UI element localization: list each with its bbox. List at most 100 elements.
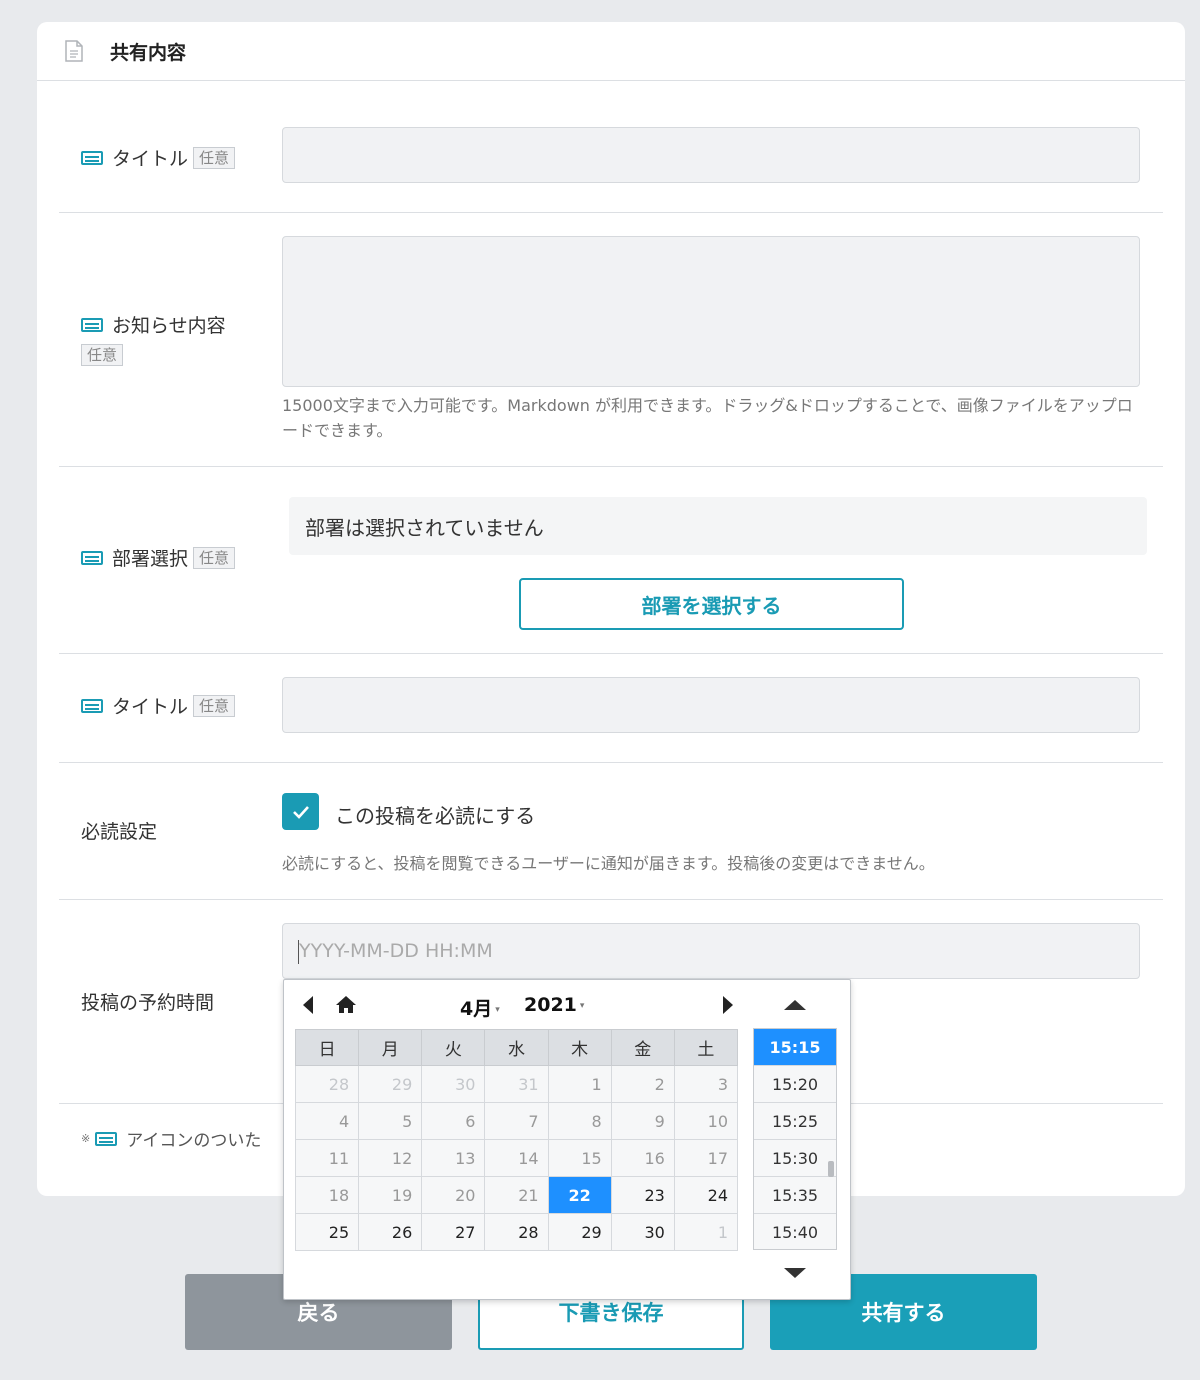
time-list[interactable]: 15:15 15:20 15:25 15:30 15:35 15:40	[753, 1028, 837, 1250]
title2-input[interactable]	[282, 677, 1140, 733]
calendar-day[interactable]: 12	[358, 1139, 423, 1177]
calendar-day[interactable]: 1	[673, 1213, 739, 1251]
title-label: タイトル 任意	[81, 144, 236, 171]
weekday-header: 火	[421, 1029, 486, 1066]
calendar-day[interactable]: 29	[358, 1065, 423, 1103]
calendar-day[interactable]: 5	[358, 1102, 423, 1140]
text-caret	[298, 940, 299, 964]
time-option[interactable]: 15:25	[754, 1103, 836, 1140]
weekday-header: 土	[673, 1029, 739, 1066]
picker-nav: 4月 ▾ 2021 ▾	[284, 994, 744, 1020]
calendar-week: 4 5 6 7 8 9 10	[294, 1102, 739, 1140]
calendar-day[interactable]: 24	[673, 1176, 739, 1214]
chevron-down-icon: ▾	[495, 1004, 500, 1015]
next-month-icon[interactable]	[723, 996, 733, 1014]
calendar-week: 28 29 30 31 1 2 3	[294, 1065, 739, 1103]
calendar-day[interactable]: 13	[421, 1139, 486, 1177]
calendar-day[interactable]: 16	[610, 1139, 675, 1177]
optional-badge: 任意	[193, 694, 236, 717]
calendar-week: 25 26 27 28 29 30 1	[294, 1213, 739, 1251]
section-title: 共有内容	[110, 41, 187, 64]
notice-help-text: 15000文字まで入力可能です。Markdown が利用できます。ドラッグ&ドロ…	[282, 396, 1133, 440]
calendar-day[interactable]: 14	[484, 1139, 549, 1177]
calendar-day[interactable]: 8	[547, 1102, 612, 1140]
time-option[interactable]: 15:35	[754, 1177, 836, 1214]
select-department-button[interactable]: 部署を選択する	[519, 578, 904, 630]
time-option[interactable]: 15:30	[754, 1140, 836, 1177]
required-footnote: ※ アイコンのついた	[81, 1126, 261, 1151]
schedule-placeholder: YYYY-MM-DD HH:MM	[299, 940, 493, 962]
must-read-help-text: 必読にすると、投稿を閲覧できるユーザーに通知が届きます。投稿後の変更はできません…	[282, 854, 935, 873]
must-read-checkbox-label[interactable]: この投稿を必読にする	[335, 800, 535, 829]
department-row: 部署選択 任意 部署は選択されていません 部署を選択する	[59, 467, 1163, 654]
calendar-day[interactable]: 19	[358, 1176, 423, 1214]
department-label-text: 部署選択	[112, 548, 189, 570]
card-header: 共有内容	[37, 22, 1185, 81]
calendar-day[interactable]: 11	[294, 1139, 360, 1177]
calendar-day[interactable]: 15	[547, 1139, 612, 1177]
weekday-header: 月	[358, 1029, 423, 1066]
schedule-datetime-input[interactable]: YYYY-MM-DD HH:MM	[282, 923, 1140, 979]
notice-label-text: お知らせ内容	[112, 315, 226, 337]
calendar-day[interactable]: 30	[610, 1213, 675, 1251]
calendar-day[interactable]: 7	[484, 1102, 549, 1140]
time-scroll-down-icon[interactable]	[784, 1268, 806, 1278]
calendar-day[interactable]: 27	[421, 1213, 486, 1251]
calendar-day[interactable]: 10	[673, 1102, 739, 1140]
notice-label: お知らせ内容 任意	[81, 311, 251, 366]
calendar-day[interactable]: 25	[294, 1213, 360, 1251]
calendar-day[interactable]: 21	[484, 1176, 549, 1214]
calendar-day[interactable]: 28	[484, 1213, 549, 1251]
home-icon[interactable]	[334, 994, 358, 1020]
calendar-day[interactable]: 17	[673, 1139, 739, 1177]
form-field-icon	[81, 150, 103, 165]
schedule-label: 投稿の予約時間	[81, 992, 215, 1014]
weekday-header: 金	[610, 1029, 675, 1066]
time-scrollbar-thumb[interactable]	[828, 1161, 834, 1177]
title-input[interactable]	[282, 127, 1140, 183]
time-scroll-up-icon[interactable]	[784, 1000, 806, 1010]
must-read-row: 必読設定 この投稿を必読にする 必読にすると、投稿を閲覧できるユーザーに通知が届…	[59, 763, 1163, 900]
department-label: 部署選択 任意	[81, 544, 236, 571]
calendar-day[interactable]: 2	[610, 1065, 675, 1103]
time-option[interactable]: 15:15	[754, 1029, 836, 1066]
calendar-week: 18 19 20 21 22 23 24	[294, 1176, 739, 1214]
weekday-header: 木	[547, 1029, 612, 1066]
calendar-grid: 日月火水木金土 28 29 30 31 1 2 3 4 5 6 7 8 9 10 11 12 13 14 15 16 1…	[294, 1029, 739, 1251]
calendar-day[interactable]: 18	[294, 1176, 360, 1214]
title2-label-text: タイトル	[112, 696, 189, 718]
footnote-text: アイコンのついた	[126, 1131, 262, 1151]
notice-textarea[interactable]	[282, 236, 1140, 387]
calendar-day[interactable]: 20	[421, 1176, 486, 1214]
form-field-icon	[81, 317, 103, 332]
year-select[interactable]: 2021 ▾	[524, 994, 584, 1016]
notice-row: お知らせ内容 任意 15000文字まで入力可能です。Markdown が利用でき…	[59, 213, 1163, 467]
title-label-text: タイトル	[112, 148, 189, 170]
calendar-day[interactable]: 9	[610, 1102, 675, 1140]
calendar-day[interactable]: 26	[358, 1213, 423, 1251]
calendar-day[interactable]: 1	[547, 1065, 612, 1103]
title-row: タイトル 任意	[59, 82, 1163, 213]
optional-badge: 任意	[193, 146, 236, 169]
form-field-icon	[95, 1131, 118, 1146]
datetime-picker: 4月 ▾ 2021 ▾ 日月火水木金土 28 29 30 31 1 2 3 4 5 6 7 8 9 10 11 1…	[283, 979, 851, 1300]
calendar-day[interactable]: 29	[547, 1213, 612, 1251]
time-option[interactable]: 15:20	[754, 1066, 836, 1103]
title2-row: タイトル 任意	[59, 654, 1163, 763]
time-option[interactable]: 15:40	[754, 1214, 836, 1249]
form-field-icon	[81, 550, 103, 565]
calendar-day[interactable]: 31	[484, 1065, 549, 1103]
optional-badge: 任意	[81, 344, 124, 366]
calendar-day[interactable]: 3	[673, 1065, 739, 1103]
month-select[interactable]: 4月 ▾	[460, 994, 500, 1021]
calendar-day[interactable]: 30	[421, 1065, 486, 1103]
calendar-day[interactable]: 22	[547, 1176, 612, 1214]
calendar-day[interactable]: 4	[294, 1102, 360, 1140]
calendar-day[interactable]: 6	[421, 1102, 486, 1140]
prev-month-icon[interactable]	[303, 996, 313, 1014]
must-read-checkbox[interactable]	[282, 793, 319, 830]
weekday-header: 日	[294, 1029, 360, 1066]
footnote-bullet: ※	[81, 1132, 91, 1145]
calendar-day[interactable]: 23	[610, 1176, 675, 1214]
calendar-day[interactable]: 28	[294, 1065, 360, 1103]
